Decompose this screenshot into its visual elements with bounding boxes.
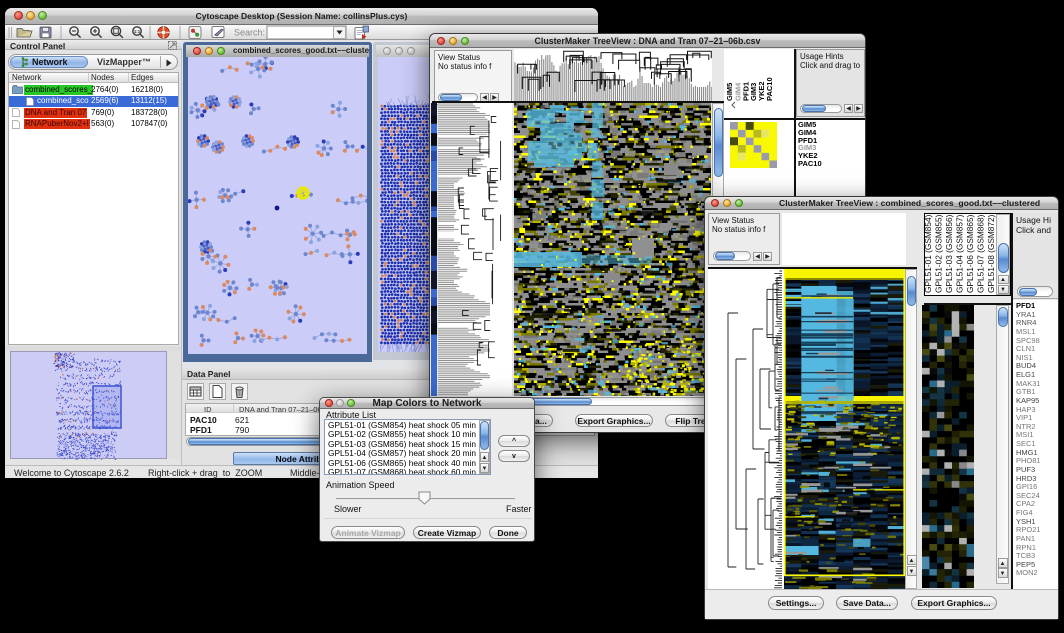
svg-text:GPL51-01 (GSM854): GPL51-01 (GSM854): [925, 214, 933, 293]
svg-text:1:1: 1:1: [134, 29, 141, 34]
svg-text:GPL51-07 (GSM868): GPL51-07 (GSM868): [976, 214, 986, 293]
svg-text:GPL51-06 (GSM865): GPL51-06 (GSM865): [965, 214, 975, 293]
svg-text:GPL51-03 (GSM856): GPL51-03 (GSM856): [944, 214, 954, 293]
svg-text:GPL51-02 (GSM855): GPL51-02 (GSM855): [934, 214, 944, 293]
svg-text:Search:: Search:: [234, 28, 265, 38]
svg-text:GPL51-08 (GSM872): GPL51-08 (GSM872): [986, 214, 996, 293]
svg-text:GPL51-04 (GSM857): GPL51-04 (GSM857): [955, 214, 965, 293]
svg-text:PAC10: PAC10: [765, 77, 774, 101]
